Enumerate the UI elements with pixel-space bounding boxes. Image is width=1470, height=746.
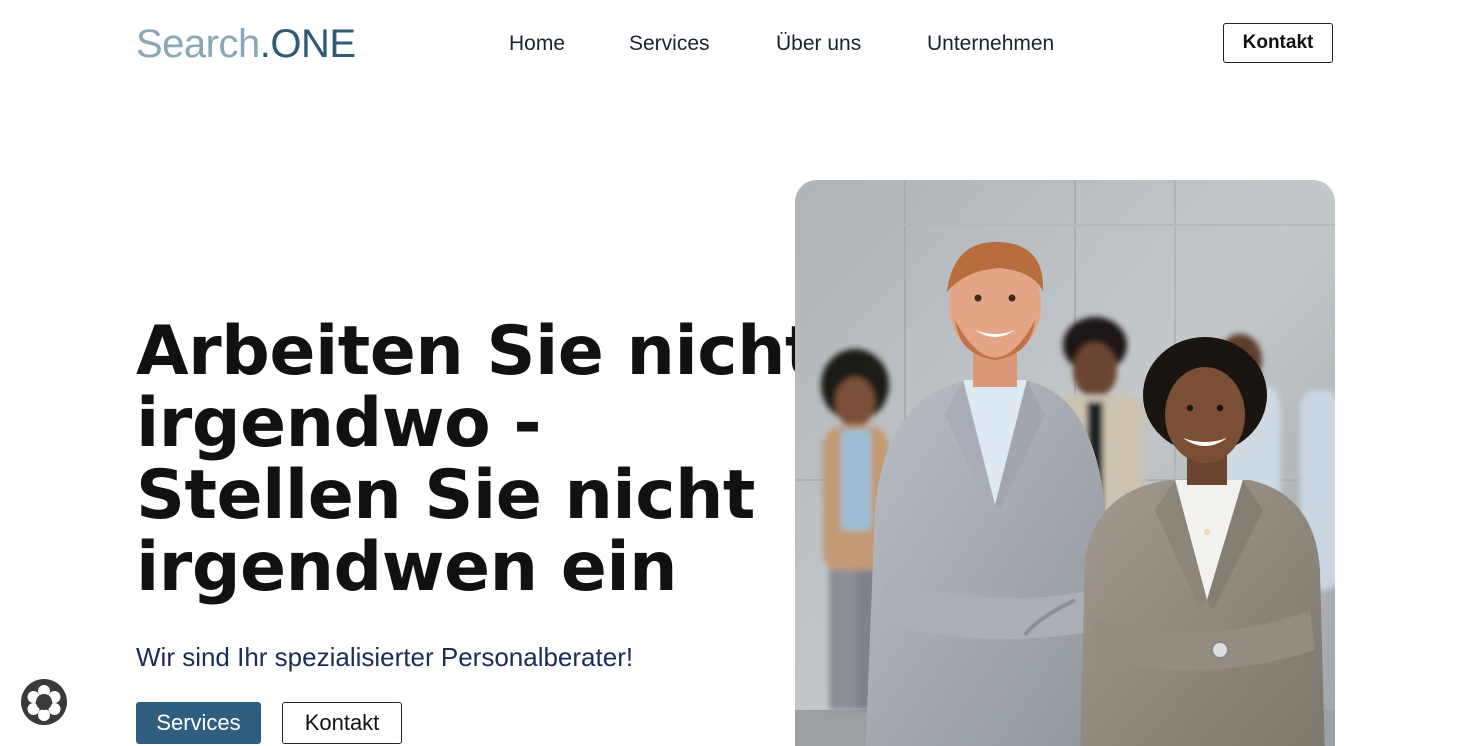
hero-title-line: irgendwen ein — [136, 528, 678, 607]
services-button[interactable]: Services — [136, 702, 261, 744]
hero-title-line: Stellen Sie nicht — [136, 456, 755, 535]
logo-text-search: Search — [136, 22, 260, 66]
page: Search.ONE Home Services Über uns Untern… — [0, 0, 1470, 746]
logo-text-one: ONE — [270, 22, 356, 66]
nav-services[interactable]: Services — [629, 30, 710, 58]
logo-dot: . — [259, 22, 271, 66]
cookie-settings-icon[interactable] — [20, 678, 68, 726]
hero-title-line: Arbeiten Sie nicht — [136, 312, 818, 391]
hero-team-photo — [795, 180, 1335, 746]
hero-title: Arbeiten Sie nicht irgendwo - Stellen Si… — [136, 312, 818, 607]
hero-subtitle: Wir sind Ihr spezialisierter Personalber… — [136, 642, 634, 672]
site-logo[interactable]: Search.ONE — [136, 22, 356, 66]
kontakt-button[interactable]: Kontakt — [282, 702, 402, 744]
nav-unternehmen[interactable]: Unternehmen — [927, 30, 1054, 58]
header-contact-button[interactable]: Kontakt — [1223, 23, 1333, 63]
hero-title-line: irgendwo - — [136, 384, 542, 463]
nav-home[interactable]: Home — [509, 30, 565, 58]
nav-ueber-uns[interactable]: Über uns — [776, 30, 861, 58]
